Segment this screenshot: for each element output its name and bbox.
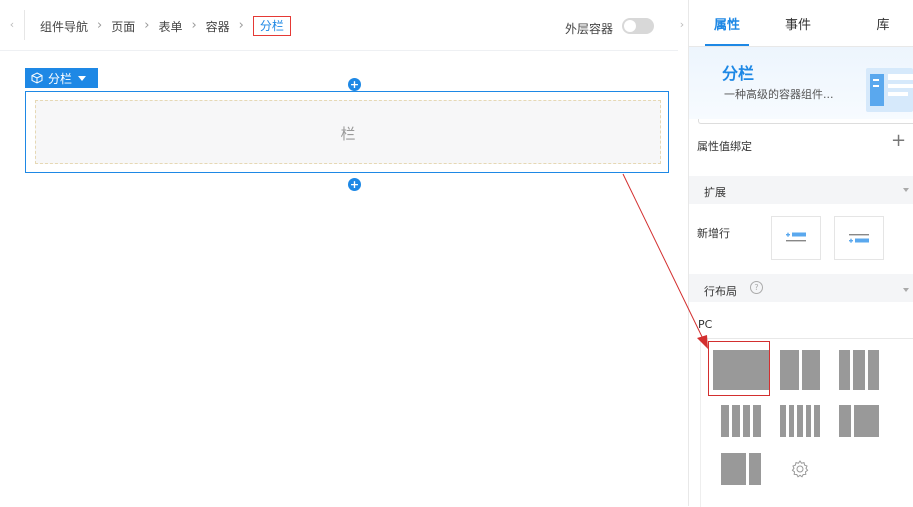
new-row-label: 新增行 (697, 227, 730, 240)
section-layout-title: 行布局 (704, 285, 737, 298)
tab-library[interactable]: 库 (868, 14, 898, 36)
breadcrumb-separator: › (191, 18, 197, 33)
layout-block (780, 350, 799, 390)
add-above-icon[interactable]: + (348, 78, 361, 91)
chevron-down-icon[interactable] (903, 288, 909, 292)
insert-row-above-icon (786, 232, 806, 242)
breadcrumb-item-form[interactable]: 表单 (158, 18, 182, 35)
outer-container-label: 外层容器 (565, 22, 614, 36)
layout-block (797, 405, 803, 437)
layout-block (839, 350, 851, 390)
layout-block (788, 405, 795, 437)
layout-option-1-1-1-1[interactable] (721, 405, 761, 437)
outer-container-toggle[interactable] (622, 18, 654, 34)
breadcrumb: 组件导航 › 页面 › 表单 › 容器 › 分栏 (40, 15, 291, 36)
divider (24, 10, 25, 40)
component-tag-label: 分栏 (48, 71, 73, 86)
layout-block (753, 405, 761, 437)
layout-block (742, 405, 751, 437)
chevron-down-icon (78, 75, 87, 81)
layout-block (748, 453, 761, 485)
layout-option-2-1[interactable] (721, 453, 761, 485)
component-tag[interactable]: 分栏 (25, 68, 98, 88)
property-binding-label: 属性值绑定 (697, 140, 752, 153)
add-row-below-button[interactable] (834, 216, 884, 260)
layout-option-1[interactable] (713, 350, 769, 390)
column-slot[interactable]: 栏 (35, 100, 661, 164)
tab-properties[interactable]: 属性 (707, 14, 747, 36)
layout-block (839, 405, 852, 437)
section-extend-title: 扩展 (704, 186, 726, 199)
add-below-icon[interactable]: + (348, 178, 361, 191)
card-edge (698, 119, 913, 124)
breadcrumb-separator: › (97, 18, 103, 33)
collapse-left-icon[interactable]: ‹ (6, 17, 18, 33)
breadcrumb-item-page[interactable]: 页面 (111, 18, 135, 35)
layout-option-1-2[interactable] (839, 405, 879, 437)
layout-block (814, 405, 820, 437)
component-illustration-icon (866, 68, 913, 112)
layout-block (801, 350, 820, 390)
collapse-right-icon[interactable]: › (676, 17, 688, 33)
add-binding-icon[interactable]: + (891, 130, 906, 152)
layout-option-1-1-1[interactable] (839, 350, 879, 390)
breadcrumb-item-components[interactable]: 组件导航 (40, 18, 88, 35)
component-description: 一种高级的容器组件... (724, 88, 834, 101)
breadcrumb-item-container[interactable]: 容器 (206, 18, 230, 35)
layout-option-1-1[interactable] (780, 350, 820, 390)
column-placeholder: 栏 (340, 125, 356, 143)
insert-row-below-icon (849, 234, 869, 243)
layout-block (805, 405, 812, 437)
component-title: 分栏 (722, 64, 755, 83)
layout-block (731, 405, 740, 437)
breadcrumb-current[interactable]: 分栏 (252, 15, 291, 36)
breadcrumb-separator: › (144, 18, 150, 33)
layout-block (721, 453, 746, 485)
layout-block (854, 405, 879, 437)
layout-option-1-1-1-1-1[interactable] (780, 405, 820, 437)
layout-block (780, 405, 786, 437)
toggle-knob (624, 20, 636, 32)
layout-block (867, 350, 879, 390)
layout-block (713, 350, 769, 390)
gear-icon[interactable] (790, 459, 810, 479)
layout-block (721, 405, 729, 437)
platform-label: PC (698, 318, 713, 331)
add-row-above-button[interactable] (771, 216, 821, 260)
tab-events[interactable]: 事件 (778, 14, 818, 36)
breadcrumb-separator: › (238, 18, 244, 33)
cube-icon (31, 72, 43, 84)
chevron-down-icon[interactable] (903, 188, 909, 192)
layout-block (853, 350, 865, 390)
help-icon[interactable]: ? (750, 281, 763, 294)
